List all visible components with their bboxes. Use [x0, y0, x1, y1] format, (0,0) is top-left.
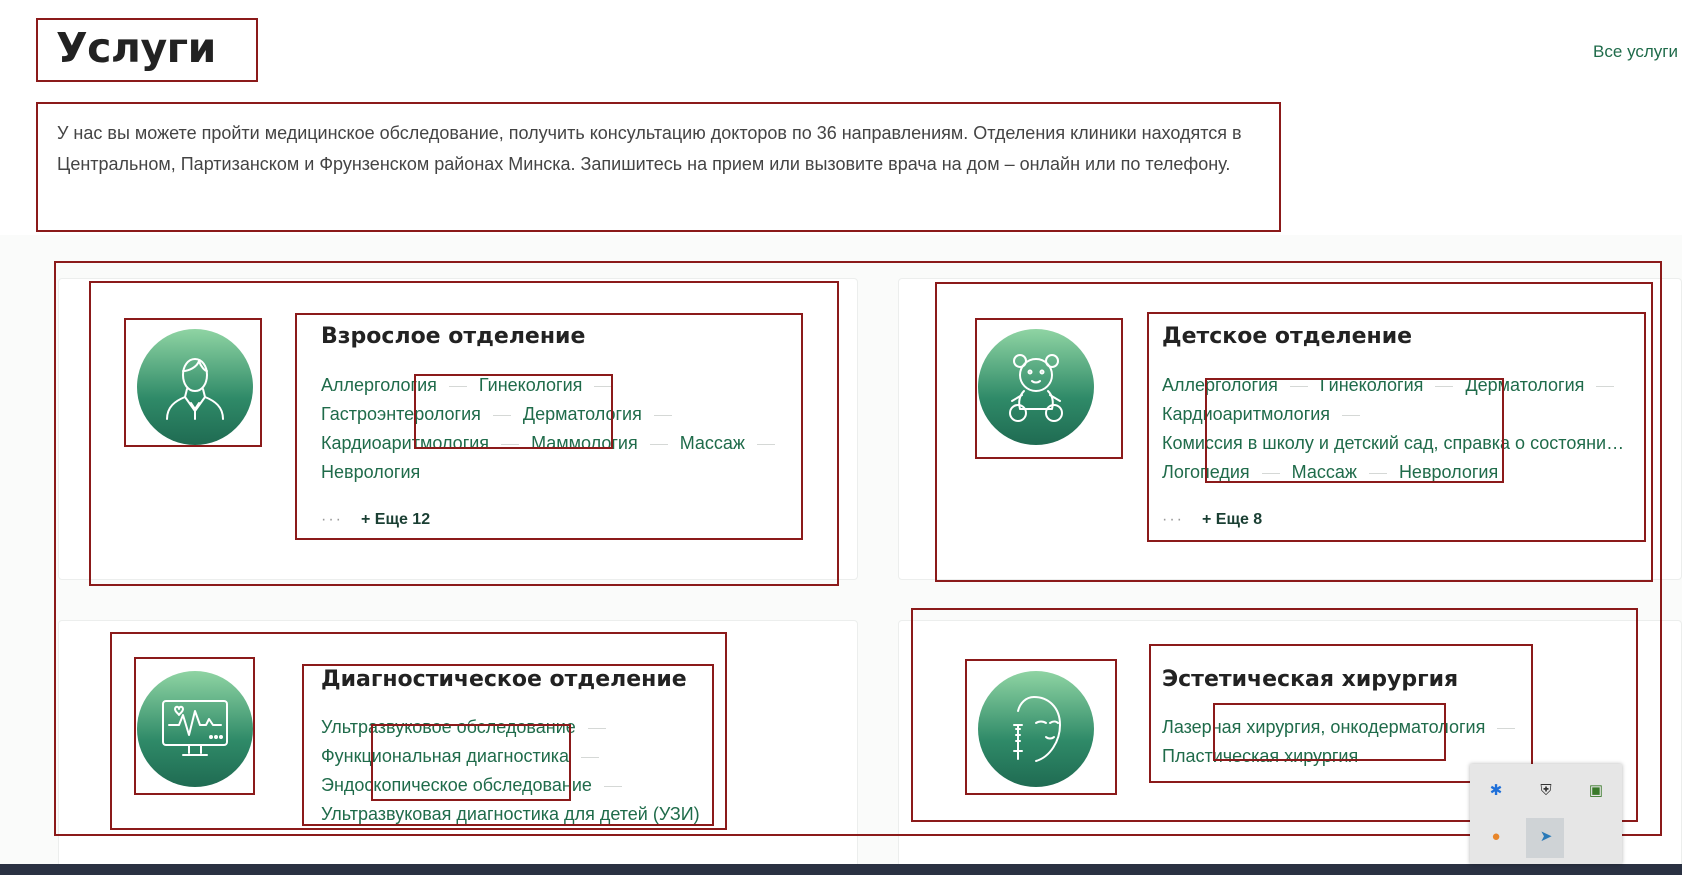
nvidia-icon[interactable]: ▣ — [1585, 780, 1607, 802]
annotation-box — [414, 374, 613, 449]
annotation-box — [134, 657, 255, 795]
system-tray-popup: ✱ ⛨ ▣ ● ➤ — [1470, 764, 1622, 864]
taskbar — [0, 864, 1682, 875]
app-orange-icon[interactable]: ● — [1485, 826, 1507, 848]
arrow-app-icon[interactable]: ➤ — [1535, 826, 1557, 848]
annotation-box — [36, 102, 1281, 232]
annotation-box — [975, 318, 1123, 459]
annotation-box — [36, 18, 258, 82]
bluetooth-icon[interactable]: ✱ — [1485, 780, 1507, 802]
all-services-link[interactable]: Все услуги — [1593, 42, 1678, 62]
annotation-box — [1213, 703, 1446, 761]
annotation-box — [124, 318, 262, 447]
annotation-box — [1205, 378, 1504, 483]
annotation-box — [965, 659, 1117, 795]
security-shield-icon[interactable]: ⛨ — [1535, 780, 1557, 802]
annotation-box — [371, 724, 571, 801]
